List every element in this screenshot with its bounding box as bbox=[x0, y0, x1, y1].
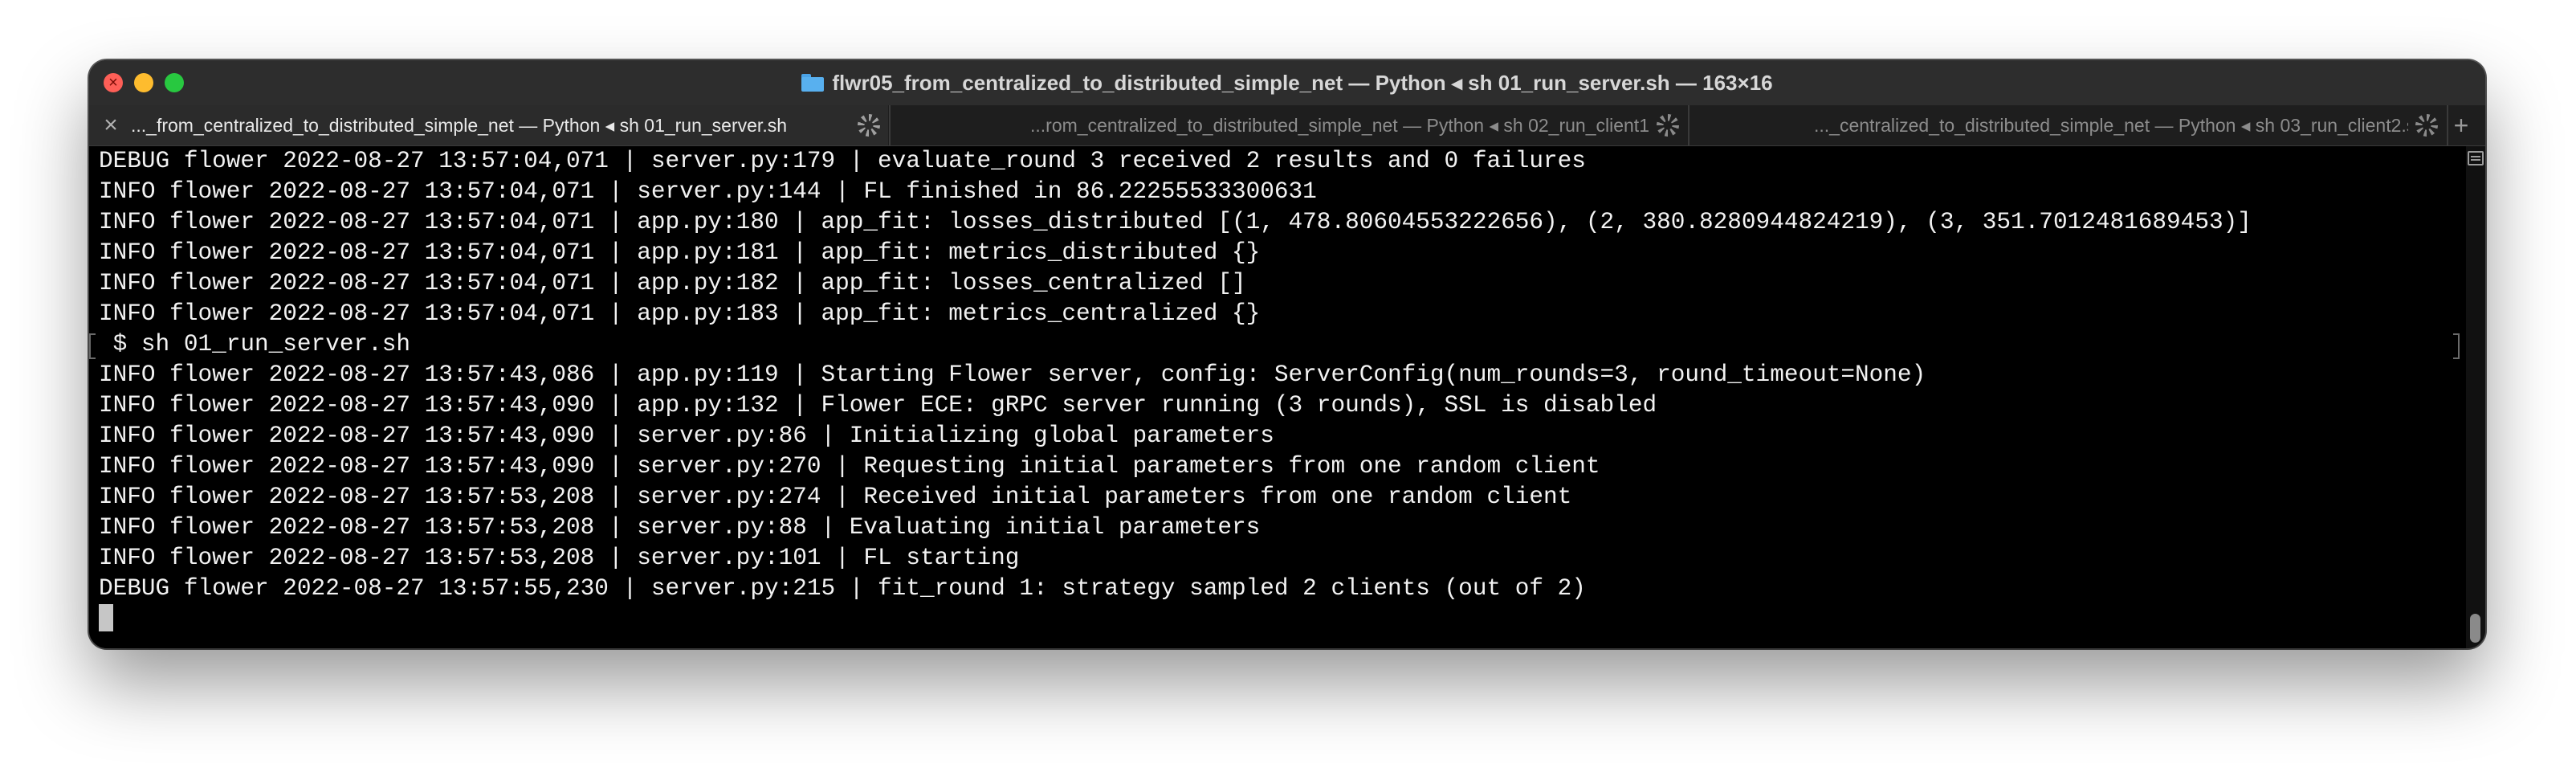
close-tab-icon[interactable]: × bbox=[99, 105, 123, 145]
terminal-line: INFO flower 2022-08-27 13:57:04,071 | ap… bbox=[99, 270, 1246, 296]
activity-spinner-icon bbox=[1657, 114, 1679, 137]
terminal-line: INFO flower 2022-08-27 13:57:53,208 | se… bbox=[99, 545, 1020, 571]
tab-title: ..._from_centralized_to_distributed_simp… bbox=[131, 115, 787, 136]
new-tab-icon[interactable]: + bbox=[2445, 105, 2477, 145]
tab-title: ...rom_centralized_to_distributed_simple… bbox=[1030, 115, 1649, 136]
activity-spinner-icon bbox=[2415, 114, 2438, 137]
tab-title: ..._centralized_to_distributed_simple_ne… bbox=[1814, 115, 2408, 136]
title-bar[interactable]: flwr05_from_centralized_to_distributed_s… bbox=[89, 60, 2485, 105]
scrollbar-thumb[interactable] bbox=[2470, 614, 2480, 643]
terminal-line: INFO flower 2022-08-27 13:57:43,086 | ap… bbox=[99, 362, 1926, 388]
tab-divider bbox=[1688, 105, 1689, 145]
terminal-line: INFO flower 2022-08-27 13:57:43,090 | se… bbox=[99, 423, 1274, 449]
tab-divider bbox=[889, 105, 891, 145]
terminal-window: flwr05_from_centralized_to_distributed_s… bbox=[89, 60, 2485, 648]
terminal-line: DEBUG flower 2022-08-27 13:57:55,230 | s… bbox=[99, 575, 1586, 602]
terminal-line: INFO flower 2022-08-27 13:57:04,071 | ap… bbox=[99, 209, 2252, 235]
tab-01-run-server[interactable]: × ..._from_centralized_to_distributed_si… bbox=[89, 105, 888, 145]
activity-spinner-icon bbox=[858, 114, 880, 137]
terminal-prompt-line: $ sh 01_run_server.sh bbox=[99, 331, 411, 357]
terminal-line: INFO flower 2022-08-27 13:57:43,090 | ap… bbox=[99, 392, 1657, 419]
text-cursor bbox=[99, 604, 113, 631]
terminal-line: DEBUG flower 2022-08-27 13:57:04,071 | s… bbox=[99, 148, 1586, 174]
terminal-output[interactable]: DEBUG flower 2022-08-27 13:57:04,071 | s… bbox=[89, 146, 2460, 648]
window-title: flwr05_from_centralized_to_distributed_s… bbox=[832, 70, 1773, 95]
tab-02-run-client1[interactable]: ...rom_centralized_to_distributed_simple… bbox=[892, 105, 1687, 145]
terminal-line: INFO flower 2022-08-27 13:57:43,090 | se… bbox=[99, 453, 1600, 480]
terminal-line: INFO flower 2022-08-27 13:57:04,071 | ap… bbox=[99, 239, 1261, 266]
terminal-line: INFO flower 2022-08-27 13:57:04,071 | se… bbox=[99, 178, 1317, 205]
terminal-line: INFO flower 2022-08-27 13:57:53,208 | se… bbox=[99, 514, 1261, 541]
tab-03-run-client2[interactable]: ..._centralized_to_distributed_simple_ne… bbox=[1691, 105, 2446, 145]
terminal-line: INFO flower 2022-08-27 13:57:53,208 | se… bbox=[99, 484, 1572, 510]
terminal-line: INFO flower 2022-08-27 13:57:04,071 | ap… bbox=[99, 300, 1261, 327]
tab-bar: × ..._from_centralized_to_distributed_si… bbox=[89, 105, 2485, 146]
command-mark-left bbox=[89, 333, 96, 359]
folder-icon bbox=[801, 74, 825, 92]
scrollbar[interactable] bbox=[2466, 146, 2485, 648]
command-mark-right bbox=[2453, 333, 2460, 359]
marks-menu-icon[interactable] bbox=[2468, 151, 2484, 165]
